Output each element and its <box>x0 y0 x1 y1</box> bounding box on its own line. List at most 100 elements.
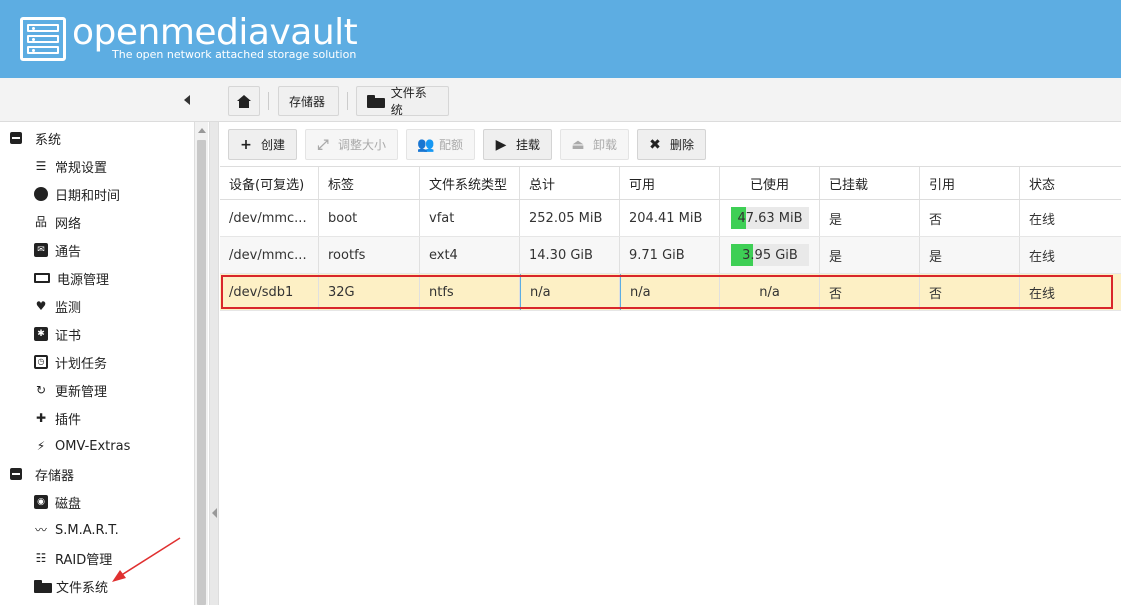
cell-referenced: 否 <box>920 200 1020 236</box>
resize-label: 调整大小 <box>338 138 387 152</box>
sidebar-item-smart[interactable]: 〰 S.M.A.R.T. <box>0 516 194 544</box>
column-header-used[interactable]: 已使用 <box>720 167 820 199</box>
sidebar-group-label: 存储器 <box>35 468 75 484</box>
sidebar-item-filesystems[interactable]: 文件系统 <box>0 572 194 600</box>
usage-bar-text: 47.63 MiB <box>737 210 803 226</box>
battery-icon <box>34 273 50 283</box>
home-button[interactable] <box>228 86 260 116</box>
app-header: openmediavault The open network attached… <box>0 0 1121 78</box>
cell-device: /dev/sdb1 <box>220 274 319 310</box>
navigation-bar: 存储器 文件系统 <box>0 78 1121 122</box>
cell-mounted: 是 <box>820 237 920 273</box>
collapse-minus-icon[interactable] <box>10 468 22 480</box>
sidebar-group-system[interactable]: 系统 <box>0 124 194 152</box>
clock-icon <box>34 187 48 201</box>
sidebar-item-label: OMV-Extras <box>55 438 131 454</box>
breadcrumb-storage[interactable]: 存储器 <box>278 86 339 116</box>
cell-total: 14.30 GiB <box>520 237 620 273</box>
cell-type: ntfs <box>420 274 520 310</box>
column-header-type[interactable]: 文件系统类型 <box>420 167 520 199</box>
sidebar-splitter[interactable] <box>210 122 219 605</box>
sidebar-item-omv-extras[interactable]: ⚡ OMV-Extras <box>0 432 194 460</box>
disk-icon: ◉ <box>34 495 48 509</box>
eject-icon: ⏏ <box>571 136 585 153</box>
sliders-icon: ☰ <box>35 159 47 173</box>
column-header-referenced[interactable]: 引用 <box>920 167 1020 199</box>
cell-referenced: 是 <box>920 237 1020 273</box>
collapse-arrow-icon[interactable] <box>212 508 217 518</box>
sidebar-item-general-settings[interactable]: ☰ 常规设置 <box>0 152 194 180</box>
sidebar-item-certificates[interactable]: ✱ 证书 <box>0 320 194 348</box>
cell-mounted: 是 <box>820 200 920 236</box>
plus-icon: + <box>240 136 252 153</box>
column-header-mounted[interactable]: 已挂载 <box>820 167 920 199</box>
refresh-icon: ↻ <box>35 383 47 397</box>
table-row[interactable]: /dev/mmc... rootfs ext4 14.30 GiB 9.71 G… <box>220 237 1121 274</box>
cell-used: 3.95 GiB <box>720 237 820 273</box>
sidebar-item-power-management[interactable]: 电源管理 <box>0 264 194 292</box>
sidebar-item-monitoring[interactable]: ♥ 监测 <box>0 292 194 320</box>
column-header-device[interactable]: 设备(可复选) <box>220 167 319 199</box>
sidebar-group-label: 系统 <box>35 132 62 148</box>
create-button[interactable]: + 创建 <box>228 129 297 160</box>
folder-icon <box>34 579 52 593</box>
sidebar-item-network[interactable]: 品 网络 <box>0 208 194 236</box>
sidebar-item-label: 常规设置 <box>55 160 108 176</box>
sidebar-item-label: 文件系统 <box>56 580 109 596</box>
cell-available: n/a <box>620 274 720 310</box>
sidebar-item-label: 监测 <box>55 300 82 316</box>
sidebar-item-label: 磁盘 <box>55 496 82 512</box>
collapse-sidebar-icon[interactable] <box>184 95 190 105</box>
sidebar-item-scheduled-jobs[interactable]: ◷ 计划任务 <box>0 348 194 376</box>
sidebar-scrollbar[interactable] <box>194 122 208 605</box>
sidebar-item-raid[interactable]: ☷ RAID管理 <box>0 544 194 572</box>
play-icon: ▶ <box>495 136 507 153</box>
app-title: openmediavault <box>72 12 358 53</box>
sidebar-item-date-time[interactable]: 日期和时间 <box>0 180 194 208</box>
pulse-icon: 〰 <box>34 523 47 537</box>
column-header-status[interactable]: 状态 <box>1020 167 1121 199</box>
sidebar-item-label: S.M.A.R.T. <box>55 522 119 538</box>
sidebar-item-label: 日期和时间 <box>55 188 121 204</box>
expand-icon: ⤢ <box>317 136 329 153</box>
cell-status: 在线 <box>1029 249 1056 265</box>
cell-type: vfat <box>420 200 520 236</box>
sidebar-item-label: 网络 <box>55 216 82 232</box>
sidebar-item-update-management[interactable]: ↻ 更新管理 <box>0 376 194 404</box>
cell-referenced: 否 <box>920 274 1020 310</box>
breadcrumb-storage-label: 存储器 <box>289 94 326 109</box>
app-subtitle: The open network attached storage soluti… <box>112 48 357 61</box>
cell-type: ext4 <box>420 237 520 273</box>
sidebar-item-plugins[interactable]: ✚ 插件 <box>0 404 194 432</box>
scroll-thumb[interactable] <box>197 140 206 605</box>
unmount-button[interactable]: ⏏ 卸载 <box>560 129 629 160</box>
resize-button[interactable]: ⤢ 调整大小 <box>305 129 398 160</box>
cell-label: boot <box>319 200 420 236</box>
table-row[interactable]: /dev/mmc... boot vfat 252.05 MiB 204.41 … <box>220 200 1121 237</box>
sidebar-group-storage[interactable]: 存储器 <box>0 460 194 488</box>
column-header-total[interactable]: 总计 <box>520 167 620 199</box>
column-header-label[interactable]: 标签 <box>319 167 420 199</box>
sidebar-item-label: 通告 <box>55 244 82 260</box>
quota-button[interactable]: 👥 配额 <box>406 129 475 160</box>
scroll-up-icon[interactable] <box>198 128 206 133</box>
delete-button[interactable]: ✖ 删除 <box>637 129 706 160</box>
sidebar-item-label: 更新管理 <box>55 384 108 400</box>
cell-total: 252.05 MiB <box>520 200 620 236</box>
sidebar-item-notification[interactable]: ✉ 通告 <box>0 236 194 264</box>
close-icon: ✖ <box>649 136 661 153</box>
filesystems-panel: + 创建 ⤢ 调整大小 👥 配额 ▶ 挂载 ⏏ 卸载 ✖ 删除 设备(可复选) … <box>220 122 1121 605</box>
sidebar-item-label: 插件 <box>55 412 82 428</box>
breadcrumb-filesystems[interactable]: 文件系统 <box>356 86 449 117</box>
puzzle-icon: ✚ <box>35 411 47 425</box>
column-header-available[interactable]: 可用 <box>620 167 720 199</box>
table-row-selected[interactable]: /dev/sdb1 32G ntfs n/a n/a n/a 否 否 在线 <box>220 274 1121 311</box>
collapse-minus-icon[interactable] <box>10 132 22 144</box>
action-toolbar: + 创建 ⤢ 调整大小 👥 配额 ▶ 挂载 ⏏ 卸载 ✖ 删除 <box>220 122 1121 167</box>
create-label: 创建 <box>261 138 286 152</box>
plug-icon: ⚡ <box>36 439 46 453</box>
mount-button[interactable]: ▶ 挂载 <box>483 129 552 160</box>
sidebar-item-disks[interactable]: ◉ 磁盘 <box>0 488 194 516</box>
cell-device: /dev/mmc... <box>220 200 319 236</box>
cell-used: 47.63 MiB <box>720 200 820 236</box>
